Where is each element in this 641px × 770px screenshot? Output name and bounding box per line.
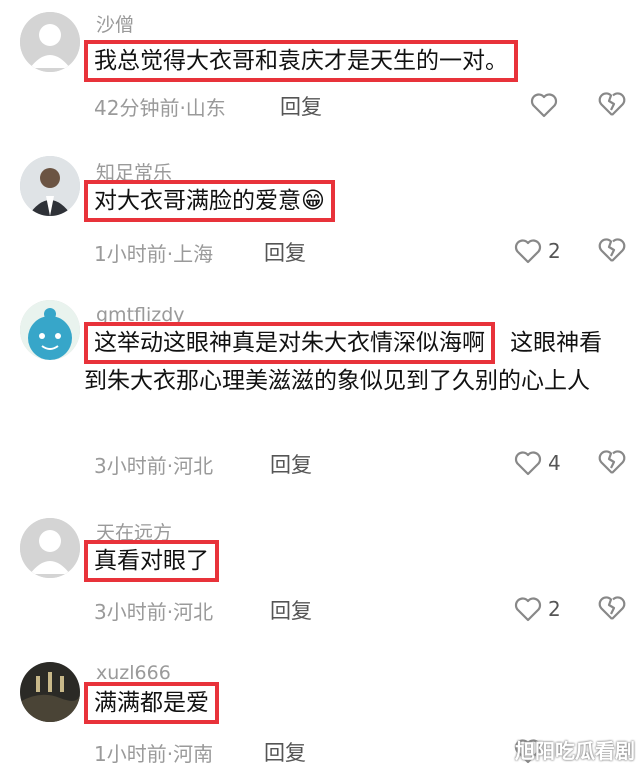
highlighted-text: 这举动这眼神真是对朱大衣情深似海啊 xyxy=(84,322,495,364)
like-button[interactable] xyxy=(530,92,564,118)
comment-time-location: 1小时前·河南 xyxy=(94,742,214,766)
watermark: 旭阳吃瓜看剧 xyxy=(515,739,635,763)
heart-outline-icon xyxy=(530,93,558,118)
comment-text: 这举动这眼神真是对朱大衣情深似海啊 这眼神看到朱大衣那心理美滋滋的象似见到了久别… xyxy=(84,322,624,398)
username[interactable]: 沙僧 xyxy=(96,10,134,37)
reply-button[interactable]: 回复 xyxy=(270,595,312,625)
like-count: 4 xyxy=(548,451,561,475)
like-button[interactable]: 2 xyxy=(514,238,561,264)
comment-time-location: 1小时前·上海 xyxy=(94,242,214,266)
avatar[interactable] xyxy=(20,662,80,722)
broken-heart-icon xyxy=(598,450,626,474)
heart-outline-icon xyxy=(514,597,542,622)
broken-heart-icon xyxy=(598,596,626,620)
highlighted-text: 满满都是爱 xyxy=(84,682,219,724)
dislike-button[interactable] xyxy=(598,236,626,268)
dislike-button[interactable] xyxy=(598,594,626,626)
like-button[interactable]: 4 xyxy=(514,450,561,476)
heart-outline-icon xyxy=(514,451,542,476)
highlighted-text: 我总觉得大衣哥和袁庆才是天生的一对。 xyxy=(84,40,518,82)
highlighted-text: 对大衣哥满脸的爱意😁 xyxy=(84,180,335,222)
avatar[interactable] xyxy=(20,518,80,578)
like-button[interactable]: 2 xyxy=(514,596,561,622)
highlighted-text: 真看对眼了 xyxy=(84,540,219,582)
comment-time-location: 3小时前·河北 xyxy=(94,454,214,478)
comment-time-location: 42分钟前·山东 xyxy=(94,96,226,120)
heart-outline-icon xyxy=(514,239,542,264)
reply-button[interactable]: 回复 xyxy=(270,449,312,479)
avatar[interactable] xyxy=(20,300,80,360)
avatar[interactable] xyxy=(20,12,80,72)
reply-button[interactable]: 回复 xyxy=(264,737,306,767)
comment-text: 真看对眼了 xyxy=(84,540,624,582)
like-count: 2 xyxy=(548,239,561,263)
avatar[interactable] xyxy=(20,156,80,216)
broken-heart-icon xyxy=(598,238,626,262)
comment-time-location: 3小时前·河北 xyxy=(94,600,214,624)
reply-button[interactable]: 回复 xyxy=(264,237,306,267)
comment-text: 满满都是爱 xyxy=(84,682,624,724)
broken-heart-icon xyxy=(598,92,626,116)
reply-button[interactable]: 回复 xyxy=(280,91,322,121)
username[interactable]: xuzl666 xyxy=(96,662,171,684)
comment-text: 对大衣哥满脸的爱意😁 xyxy=(84,180,624,222)
dislike-button[interactable] xyxy=(598,90,626,122)
comment-text: 我总觉得大衣哥和袁庆才是天生的一对。 xyxy=(84,40,624,82)
dislike-button[interactable] xyxy=(598,448,626,480)
like-count: 2 xyxy=(548,597,561,621)
